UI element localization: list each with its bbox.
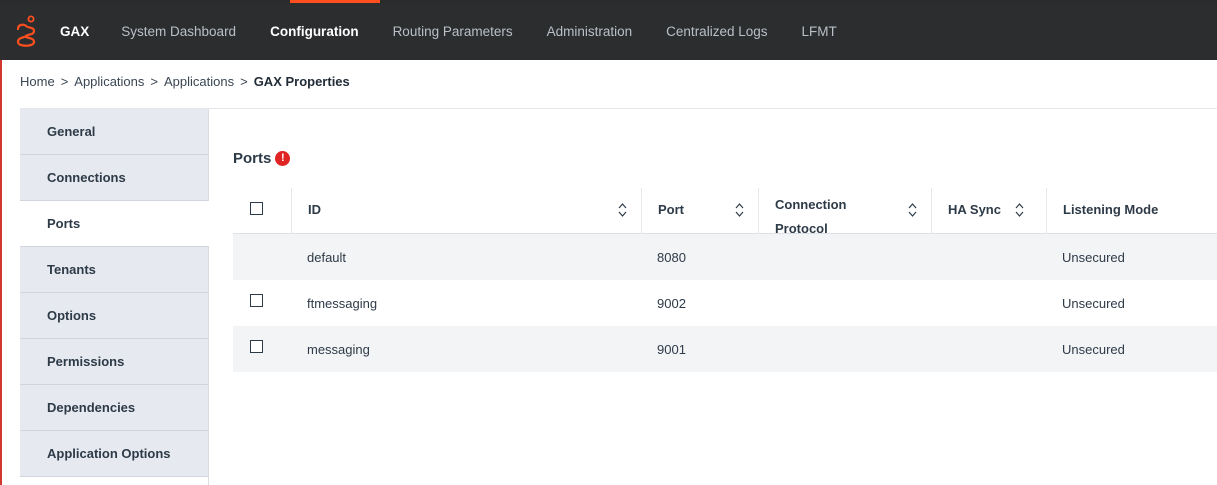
cell-ha-sync: [931, 326, 1046, 372]
cell-port: 9002: [657, 295, 686, 311]
nav-centralized-logs[interactable]: Centralized Logs: [666, 24, 767, 39]
row-checkbox-cell: [233, 234, 291, 280]
column-header-port[interactable]: Port: [641, 188, 758, 234]
row-checkbox[interactable]: [250, 293, 263, 307]
cell-connection-protocol: [758, 326, 931, 372]
table-row[interactable]: ftmessaging 9002 Unsecured: [233, 280, 1217, 326]
cell-connection-protocol: [758, 234, 931, 280]
row-checkbox[interactable]: [250, 339, 263, 353]
column-label-connection-protocol: Connection Protocol: [775, 197, 847, 234]
ports-table: ID Port Connection Protocol HA Sync List…: [233, 188, 1217, 372]
top-navigation-bar: GAX System Dashboard Configuration Routi…: [0, 3, 1217, 60]
row-checkbox-cell: [233, 280, 291, 326]
cell-connection-protocol: [758, 280, 931, 326]
row-checkbox-cell: [233, 326, 291, 372]
sidebar-item-options[interactable]: Options: [20, 293, 208, 339]
breadcrumb-applications[interactable]: Applications: [74, 74, 144, 89]
nav-routing-parameters[interactable]: Routing Parameters: [393, 24, 513, 39]
sidebar-item-permissions[interactable]: Permissions: [20, 339, 208, 385]
cell-listening-mode: Unsecured: [1062, 295, 1125, 311]
header-select-all: [233, 188, 291, 234]
cell-id: ftmessaging: [307, 295, 378, 311]
column-label-id: ID: [308, 201, 321, 217]
genesys-logo-icon[interactable]: [14, 15, 38, 49]
select-all-checkbox[interactable]: [250, 201, 263, 215]
column-header-connection-protocol[interactable]: Connection Protocol: [758, 188, 931, 234]
table-row[interactable]: default 8080 Unsecured: [233, 234, 1217, 280]
nav-lfmt[interactable]: LFMT: [801, 24, 836, 39]
breadcrumb-separator: >: [150, 74, 158, 89]
cell-ha-sync: [931, 234, 1046, 280]
section-title: Ports !: [233, 150, 291, 167]
properties-sidebar: General Connections Ports Tenants Option…: [20, 109, 209, 485]
column-header-ha-sync[interactable]: HA Sync: [931, 188, 1046, 234]
alert-icon[interactable]: !: [275, 151, 291, 166]
column-label-ha-sync: HA Sync: [948, 201, 1001, 217]
sort-icon[interactable]: [908, 203, 917, 217]
breadcrumb-current: GAX Properties: [253, 74, 350, 89]
sidebar-item-tenants[interactable]: Tenants: [20, 247, 208, 293]
breadcrumb-separator: >: [240, 74, 248, 89]
sidebar-item-application-options[interactable]: Application Options: [20, 431, 208, 477]
nav-system-dashboard[interactable]: System Dashboard: [121, 24, 236, 39]
cell-listening-mode: Unsecured: [1062, 249, 1125, 265]
breadcrumb-applications-list[interactable]: Applications: [164, 74, 234, 89]
nav-administration[interactable]: Administration: [547, 24, 633, 39]
sort-icon[interactable]: [1015, 203, 1024, 217]
sort-icon[interactable]: [735, 203, 744, 217]
column-label-port: Port: [658, 201, 684, 217]
column-header-listening-mode[interactable]: Listening Mode: [1046, 188, 1217, 234]
cell-id: messaging: [307, 341, 370, 357]
cell-port: 9001: [657, 341, 686, 357]
table-header: ID Port Connection Protocol HA Sync List…: [233, 188, 1217, 234]
breadcrumb-separator: >: [60, 74, 69, 89]
column-label-listening-mode: Listening Mode: [1063, 201, 1159, 217]
sidebar-item-connections[interactable]: Connections: [20, 155, 208, 201]
breadcrumb: Home > Applications > Applications > GAX…: [20, 74, 350, 89]
nav-brand-gax[interactable]: GAX: [60, 24, 89, 39]
cell-ha-sync: [931, 280, 1046, 326]
table-row[interactable]: messaging 9001 Unsecured: [233, 326, 1217, 372]
sidebar-item-general[interactable]: General: [20, 109, 208, 155]
column-header-id[interactable]: ID: [291, 188, 641, 234]
breadcrumb-home[interactable]: Home: [20, 74, 55, 89]
cell-listening-mode: Unsecured: [1062, 341, 1125, 357]
nav-configuration[interactable]: Configuration: [270, 24, 358, 39]
cell-port: 8080: [657, 249, 686, 265]
sidebar-item-ports[interactable]: Ports: [20, 201, 209, 247]
cell-id: default: [307, 249, 347, 265]
section-title-text: Ports: [233, 150, 272, 167]
sidebar-item-dependencies[interactable]: Dependencies: [20, 385, 208, 431]
sort-icon[interactable]: [618, 203, 627, 217]
